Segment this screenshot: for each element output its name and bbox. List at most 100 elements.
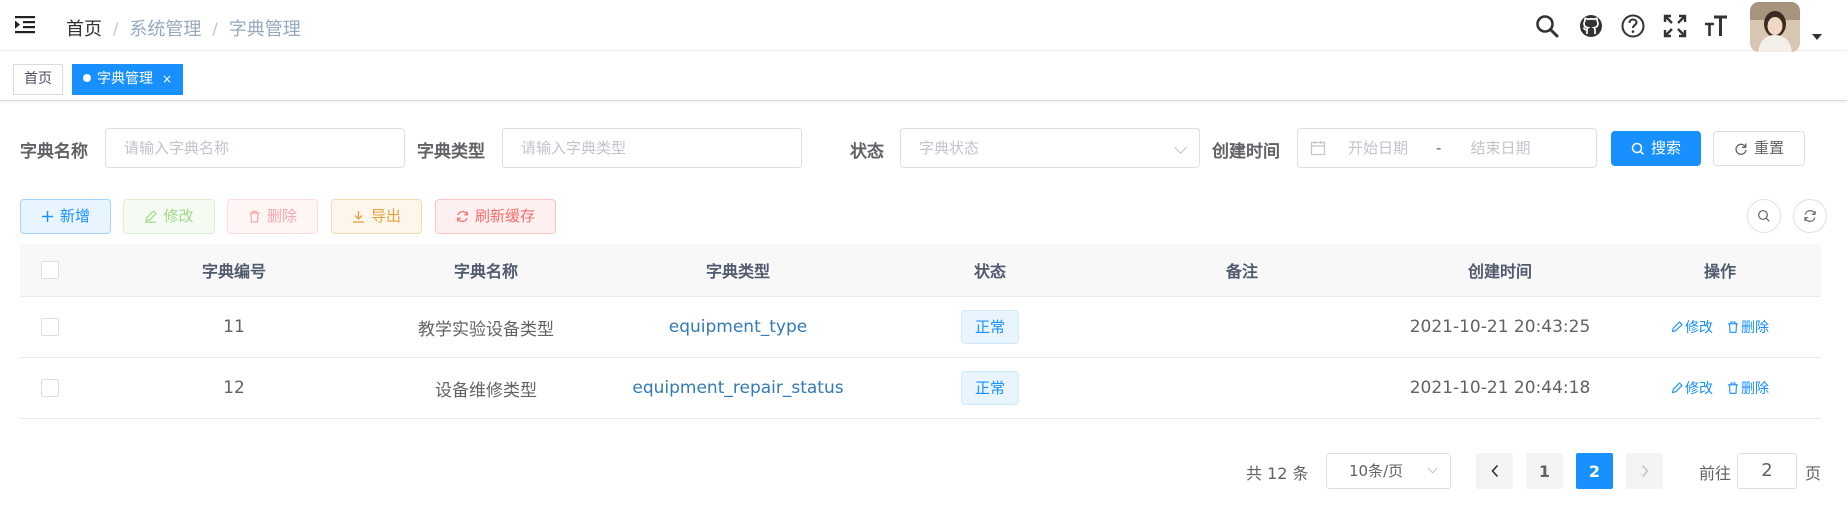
row-select-cell <box>20 297 80 357</box>
created-time-label: 创建时间 <box>1212 142 1280 162</box>
trash-icon <box>249 210 260 223</box>
column-header: 操作 <box>1703 262 1736 281</box>
row-edit-label: 修改 <box>1685 320 1713 336</box>
dict-type-link[interactable]: equipment_type <box>669 317 807 337</box>
download-icon <box>352 211 364 223</box>
status-badge: 正常 <box>960 310 1019 344</box>
cell-type: equipment_type <box>624 297 852 357</box>
table-header: 字典编号 字典名称 字典类型 状态 备注 创建时间 操作 <box>20 244 1821 297</box>
font-size-icon[interactable] <box>1703 13 1729 39</box>
search-icon <box>1631 142 1645 155</box>
export-button-label: 导出 <box>370 207 401 225</box>
row-delete-link[interactable]: 删除 <box>1727 378 1769 398</box>
edit-button-label: 修改 <box>163 207 194 225</box>
date-range-picker[interactable]: 开始日期 - 结束日期 <box>1297 128 1597 168</box>
cell-created: 2021-10-21 20:44:18 <box>1409 378 1591 398</box>
cell-actions: 修改 删除 <box>1600 358 1840 418</box>
refresh-icon <box>1804 210 1816 222</box>
delete-button[interactable]: 删除 <box>227 199 318 234</box>
goto-page-input[interactable]: 2 <box>1737 453 1797 489</box>
column-header: 字典名称 <box>453 262 518 281</box>
chevron-right-icon <box>1641 464 1649 478</box>
refresh-icon <box>1735 143 1747 155</box>
fullscreen-icon[interactable] <box>1662 13 1688 39</box>
chevron-down-icon[interactable] <box>1812 34 1822 40</box>
edit-icon <box>1671 382 1683 394</box>
cell-type: equipment_repair_status <box>624 358 852 418</box>
cell-name: 设备维修类型 <box>435 380 537 401</box>
row-edit-link[interactable]: 修改 <box>1671 317 1713 337</box>
active-dot-icon <box>83 74 91 82</box>
row-delete-label: 删除 <box>1741 320 1769 336</box>
select-all-checkbox[interactable] <box>41 261 59 279</box>
refresh-icon <box>457 211 468 222</box>
github-icon[interactable] <box>1578 13 1604 39</box>
refresh-cache-button[interactable]: 刷新缓存 <box>435 199 556 234</box>
reset-button[interactable]: 重置 <box>1713 131 1805 166</box>
trash-icon <box>1728 321 1738 333</box>
avatar[interactable] <box>1750 2 1800 52</box>
dict-table: 字典编号 字典名称 字典类型 状态 备注 创建时间 操作 11 教学实验设备类型… <box>20 244 1821 419</box>
edit-button[interactable]: 修改 <box>123 199 215 234</box>
add-button-label: 新增 <box>59 207 90 225</box>
search-button-label: 搜索 <box>1650 139 1681 157</box>
dict-name-input[interactable]: 请输入字典名称 <box>105 128 405 168</box>
export-button[interactable]: 导出 <box>331 199 422 234</box>
breadcrumb-separator: / <box>113 18 119 38</box>
status-select-placeholder: 字典状态 <box>919 139 980 157</box>
cell-created: 2021-10-21 20:43:25 <box>1409 317 1591 337</box>
prev-page-button[interactable] <box>1476 453 1513 489</box>
tag-dict-management[interactable]: 字典管理 × <box>72 64 184 95</box>
close-icon[interactable]: × <box>162 72 172 86</box>
page-1-button[interactable]: 1 <box>1526 453 1563 489</box>
breadcrumb: 首页 / 系统管理 / 字典管理 <box>66 15 301 41</box>
edit-icon <box>145 210 158 223</box>
breadcrumb-system: 系统管理 <box>129 19 202 40</box>
column-header: 状态 <box>973 262 1006 281</box>
row-edit-link[interactable]: 修改 <box>1671 378 1713 398</box>
column-header: 备注 <box>1225 262 1258 281</box>
trash-icon <box>1728 382 1738 394</box>
tag-label: 首页 <box>24 71 52 87</box>
add-button[interactable]: 新增 <box>20 199 111 234</box>
start-date-input[interactable]: 开始日期 <box>1348 129 1408 167</box>
navbar: 首页 / 系统管理 / 字典管理 <box>0 0 1847 52</box>
range-separator: - <box>1436 139 1442 157</box>
tag-label: 字典管理 <box>97 71 153 87</box>
toggle-search-button[interactable] <box>1747 199 1781 233</box>
row-delete-label: 删除 <box>1741 381 1769 397</box>
breadcrumb-home[interactable]: 首页 <box>66 15 102 41</box>
row-select-cell <box>20 358 80 418</box>
chevron-down-icon <box>1427 463 1438 474</box>
cell-remark <box>1128 358 1356 418</box>
dict-type-input[interactable]: 请输入字典类型 <box>502 128 802 168</box>
search-button[interactable]: 搜索 <box>1611 131 1701 166</box>
question-icon[interactable] <box>1620 13 1646 39</box>
hamburger-icon[interactable] <box>14 14 36 36</box>
end-date-input[interactable]: 结束日期 <box>1470 129 1530 167</box>
goto-suffix: 页 <box>1805 464 1822 483</box>
table-row: 11 教学实验设备类型 equipment_type 正常 2021-10-21… <box>20 297 1821 358</box>
delete-button-label: 删除 <box>266 207 297 225</box>
chevron-down-icon <box>1174 141 1187 154</box>
cell-remark <box>1128 297 1356 357</box>
tag-home[interactable]: 首页 <box>13 64 63 95</box>
dict-type-link[interactable]: equipment_repair_status <box>632 378 843 398</box>
next-page-button[interactable] <box>1626 453 1663 489</box>
status-select[interactable]: 字典状态 <box>900 128 1200 168</box>
cell-id: 11 <box>223 317 245 337</box>
calendar-icon <box>1310 141 1326 156</box>
page-size-select[interactable]: 10条/页 <box>1326 453 1451 489</box>
header-select-cell <box>20 244 80 296</box>
search-icon[interactable] <box>1534 13 1560 39</box>
row-checkbox[interactable] <box>41 318 59 336</box>
breadcrumb-separator: / <box>212 18 218 38</box>
row-checkbox[interactable] <box>41 379 59 397</box>
dict-name-label: 字典名称 <box>20 142 88 162</box>
refresh-table-button[interactable] <box>1793 199 1827 233</box>
cell-status: 正常 <box>876 297 1104 357</box>
row-delete-link[interactable]: 删除 <box>1727 317 1769 337</box>
status-label: 状态 <box>850 142 884 162</box>
page-2-button[interactable]: 2 <box>1576 453 1613 489</box>
column-header: 创建时间 <box>1467 262 1532 281</box>
